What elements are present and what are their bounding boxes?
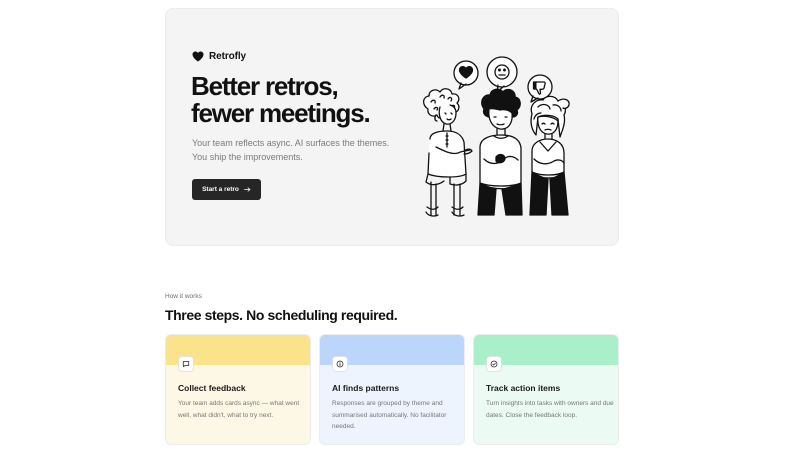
headline-line-1: Better retros, (191, 71, 339, 101)
step-icon-box (178, 356, 194, 372)
team-illustration (422, 56, 570, 217)
chat-bubble-icon (182, 361, 190, 368)
step-card-track-action-items: Track action items Turn insights into ta… (473, 334, 619, 445)
person-left (422, 88, 473, 217)
start-retro-label: Start a retro (202, 186, 239, 193)
person-right (529, 95, 570, 216)
hero-section: Retrofly Better retros, fewer meetings. … (165, 8, 619, 246)
heart-bubble-icon (453, 60, 479, 90)
hero-subtext: Your team reflects async. AI surfaces th… (192, 138, 390, 162)
info-icon (336, 360, 344, 368)
check-circle-icon (490, 360, 498, 368)
brand-name: Retrofly (209, 51, 246, 62)
hero-headline: Better retros, fewer meetings. (191, 73, 421, 127)
neutral-face-bubble-icon (486, 56, 518, 93)
arrow-right-icon (244, 187, 251, 192)
headline-line-2: fewer meetings. (191, 98, 371, 128)
section-title: Three steps. No scheduling required. (165, 307, 398, 323)
step-icon-box (486, 356, 502, 372)
start-retro-button[interactable]: Start a retro (192, 179, 261, 200)
person-middle (477, 88, 523, 216)
step-icon-box (332, 356, 348, 372)
step-card-ai-finds-patterns: AI finds patterns Responses are grouped … (319, 334, 465, 445)
step-title: AI finds patterns (332, 383, 400, 393)
brand[interactable]: Retrofly (192, 51, 246, 62)
step-description: Your team adds cards async — what went w… (178, 400, 300, 419)
step-title: Track action items (486, 383, 561, 393)
heart-icon (192, 51, 204, 62)
step-card-collect-feedback: Collect feedback Your team adds cards as… (165, 334, 311, 445)
step-title: Collect feedback (178, 383, 246, 393)
section-eyebrow: How it works (165, 293, 202, 300)
step-description: Responses are grouped by theme and summa… (332, 400, 447, 430)
step-description: Turn insights into tasks with owners and… (486, 400, 614, 419)
